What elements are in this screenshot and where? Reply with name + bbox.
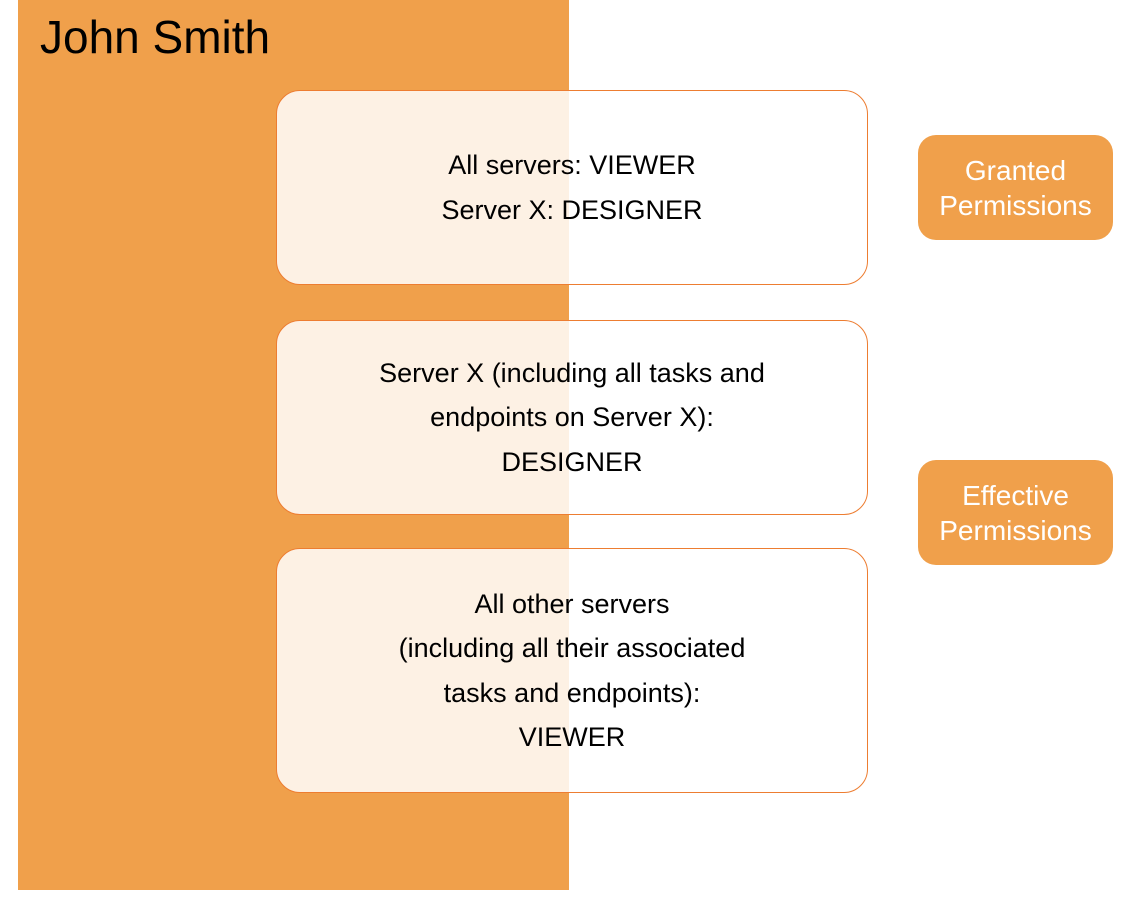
effective1-line-2: endpoints on Server X):	[430, 399, 714, 435]
effective-permissions-box-1: Server X (including all tasks and endpoi…	[276, 320, 868, 515]
effective2-line-1: All other servers	[474, 586, 669, 622]
granted-line-1: All servers: VIEWER	[448, 147, 696, 183]
granted-label-line-2: Permissions	[939, 188, 1091, 223]
user-name-heading: John Smith	[40, 10, 270, 64]
effective2-line-4: VIEWER	[519, 719, 626, 755]
effective-label-line-1: Effective	[962, 478, 1069, 513]
effective2-line-3: tasks and endpoints):	[444, 675, 701, 711]
effective-permissions-label: Effective Permissions	[918, 460, 1113, 565]
effective-permissions-box-2: All other servers (including all their a…	[276, 548, 868, 793]
granted-permissions-box: All servers: VIEWER Server X: DESIGNER	[276, 90, 868, 285]
effective-label-line-2: Permissions	[939, 513, 1091, 548]
granted-permissions-label: Granted Permissions	[918, 135, 1113, 240]
effective1-line-3: DESIGNER	[501, 444, 642, 480]
effective1-line-1: Server X (including all tasks and	[379, 355, 765, 391]
granted-label-line-1: Granted	[965, 153, 1066, 188]
granted-line-2: Server X: DESIGNER	[441, 192, 702, 228]
effective2-line-2: (including all their associated	[399, 630, 746, 666]
